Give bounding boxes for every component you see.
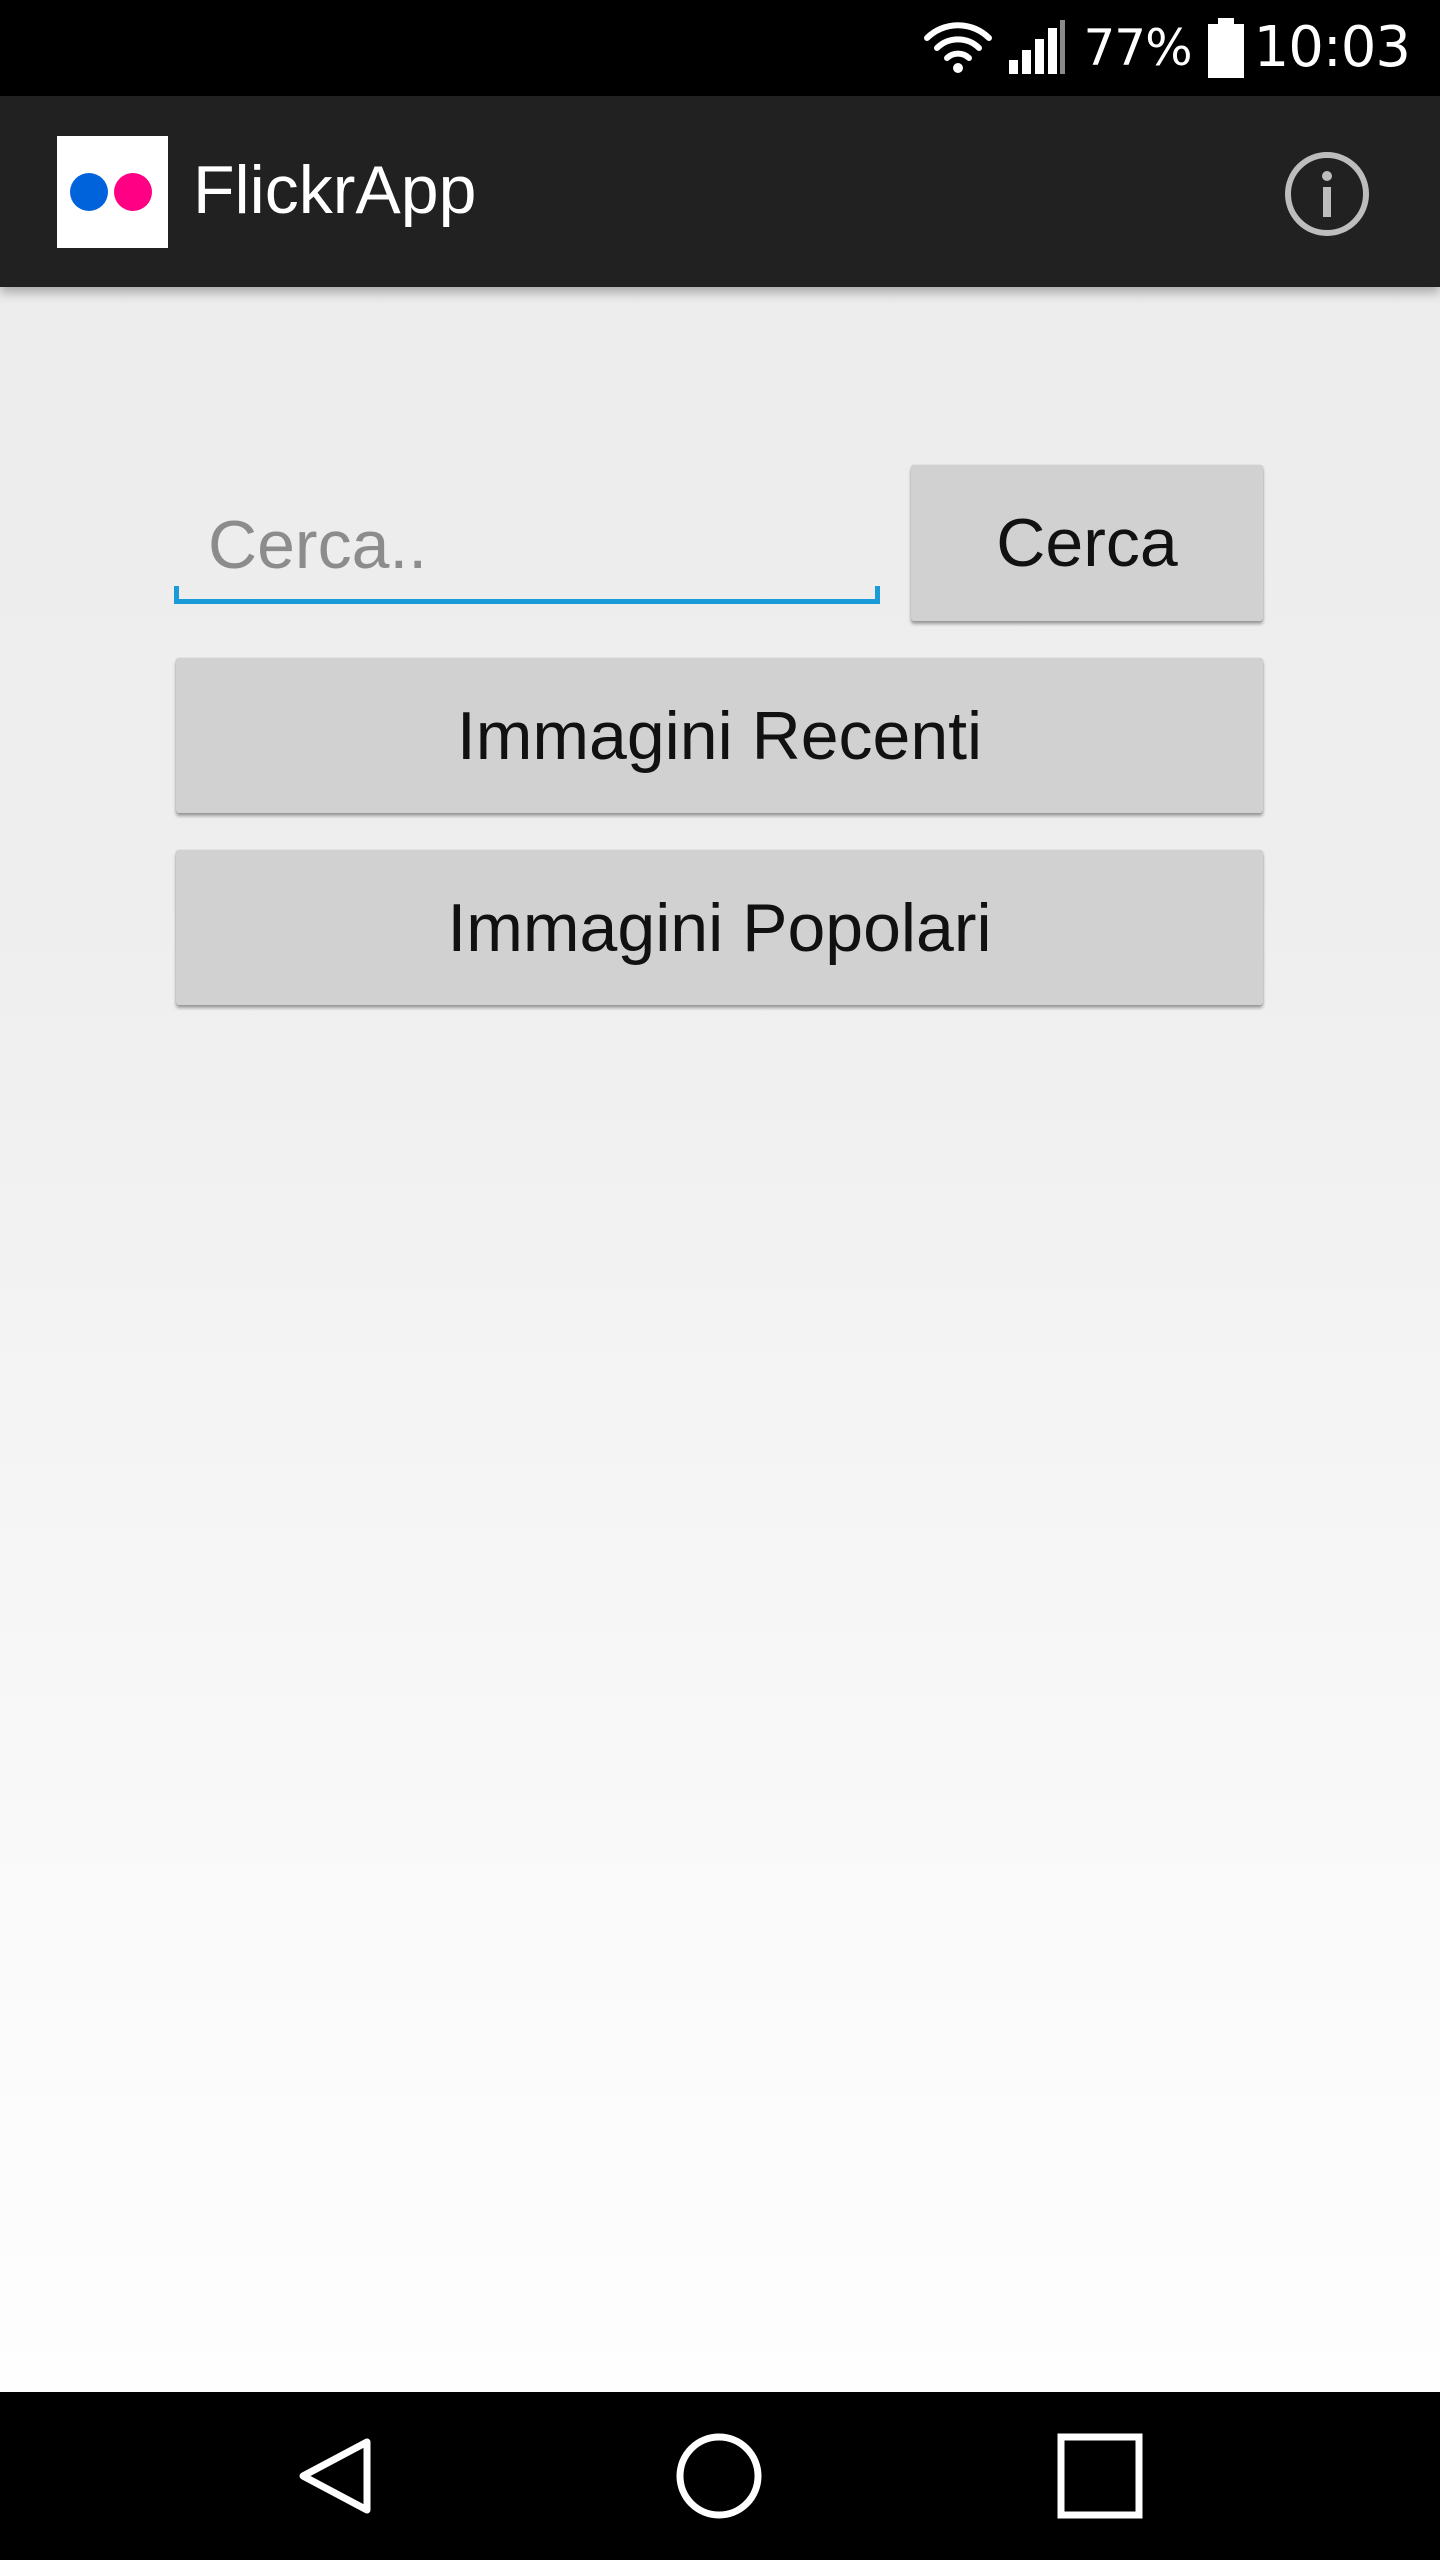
- underline-right-tick: [875, 586, 880, 604]
- logo-blue-dot: [70, 173, 108, 211]
- app-title: FlickrApp: [193, 152, 477, 228]
- home-circle-icon[interactable]: [669, 2426, 769, 2526]
- search-button[interactable]: Cerca: [911, 465, 1263, 621]
- back-triangle-icon[interactable]: [290, 2426, 390, 2526]
- status-icons: 77% 10:03: [923, 0, 1411, 96]
- recent-images-button[interactable]: Immagini Recenti: [176, 658, 1263, 813]
- search-field: [174, 490, 880, 610]
- info-icon[interactable]: [1283, 150, 1371, 238]
- recents-square-icon[interactable]: [1050, 2426, 1150, 2526]
- battery-icon: [1207, 18, 1244, 78]
- search-input-underline: [174, 599, 880, 604]
- battery-percent-text: 77%: [1083, 19, 1192, 77]
- clock-text: 10:03: [1253, 15, 1411, 80]
- search-input[interactable]: [174, 490, 880, 600]
- screen: 77% 10:03 FlickrApp Cerca Immagini Recen…: [0, 0, 1440, 2560]
- wifi-icon: [924, 22, 993, 73]
- underline-left-tick: [174, 586, 179, 604]
- cell-signal-icon: [1009, 20, 1066, 74]
- popular-images-button[interactable]: Immagini Popolari: [176, 850, 1263, 1005]
- navigation-bar: [0, 2392, 1440, 2560]
- app-bar: FlickrApp: [0, 96, 1440, 287]
- flickr-logo-icon: [57, 136, 168, 248]
- logo-pink-dot: [114, 173, 152, 211]
- status-bar: 77% 10:03: [0, 0, 1440, 96]
